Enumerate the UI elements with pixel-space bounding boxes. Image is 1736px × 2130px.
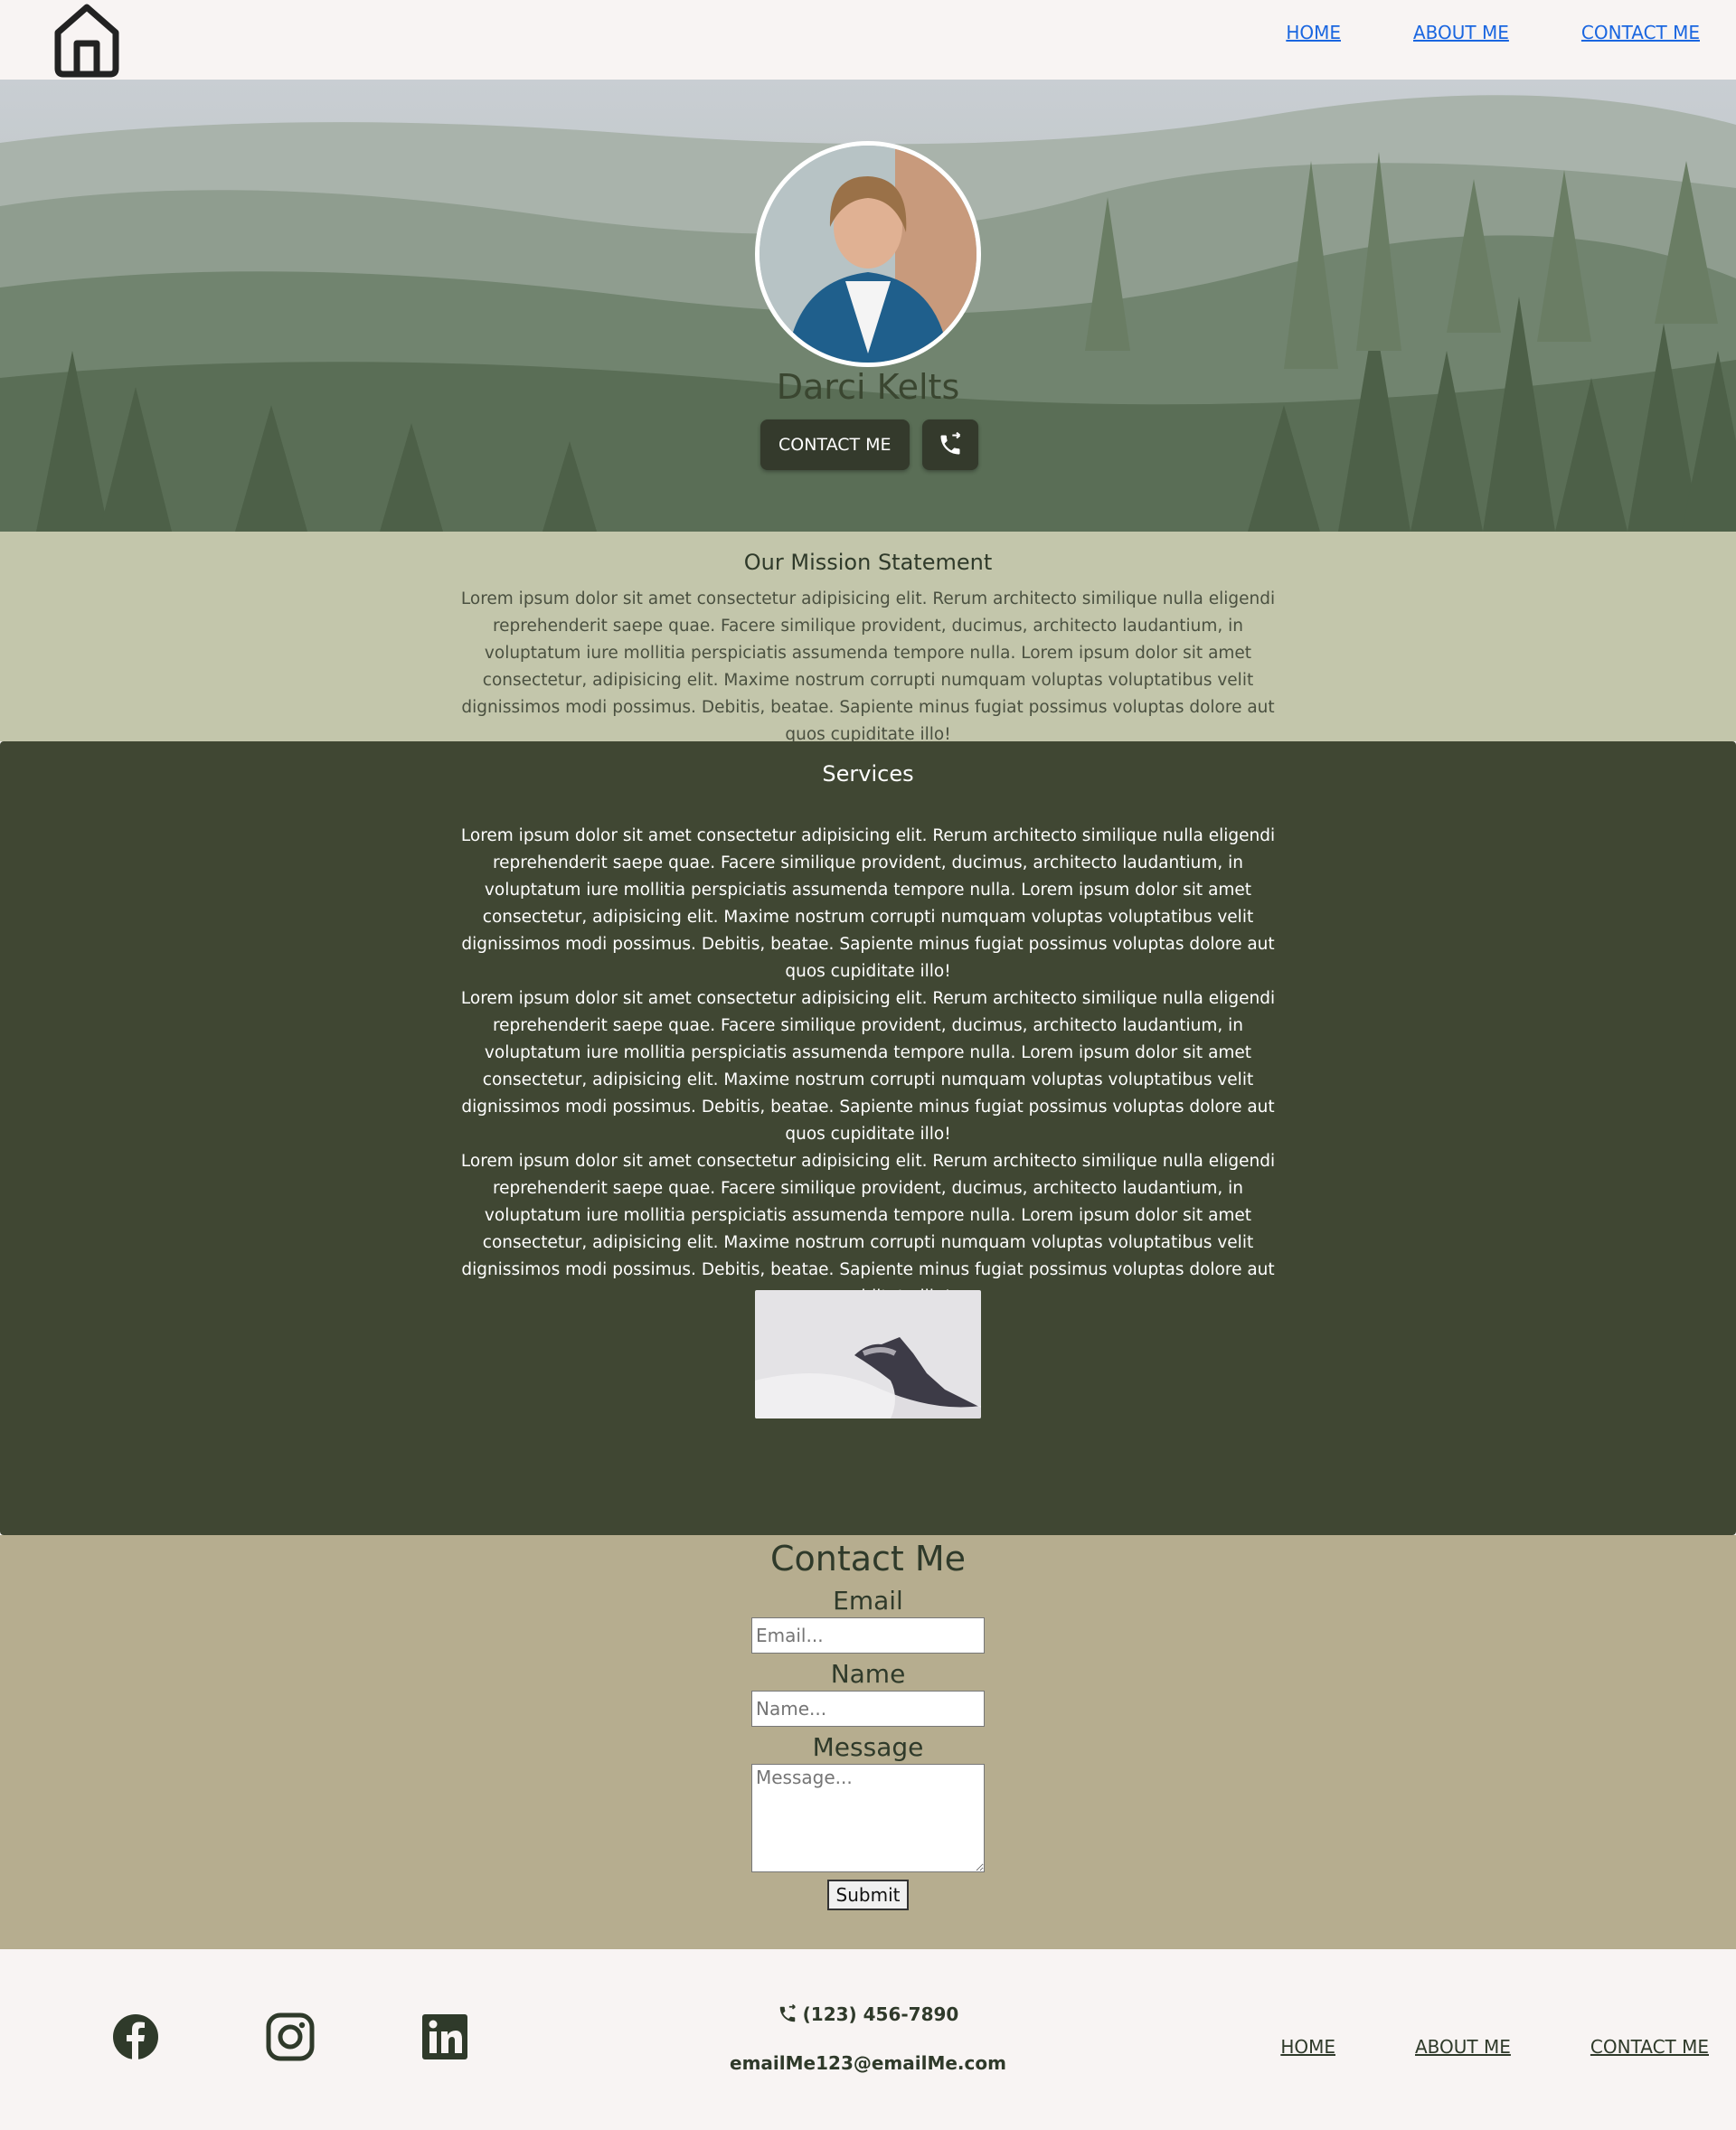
contact-me-button[interactable]: CONTACT ME	[760, 419, 910, 470]
phone-icon	[779, 2004, 796, 2022]
mission-text: Lorem ipsum dolor sit amet consectetur a…	[460, 589, 1276, 744]
footer-phone: (123) 456-7890	[802, 2003, 959, 2025]
mission-section: Our Mission Statement Lorem ipsum dolor …	[0, 532, 1736, 744]
submit-button[interactable]: Submit	[826, 1880, 910, 1910]
email-label: Email	[833, 1586, 903, 1616]
name-label: Name	[830, 1659, 906, 1689]
top-nav: HOME ABOUT ME CONTACT ME	[0, 0, 1736, 80]
profile-name: Darci Kelts	[776, 367, 960, 407]
services-section: Services Lorem ipsum dolor sit amet cons…	[0, 741, 1736, 1535]
contact-title: Contact Me	[769, 1539, 967, 1579]
contact-section: Contact Me Email Name Message Submit	[0, 1535, 1736, 1949]
footer-link-about-me[interactable]: ABOUT ME	[1415, 2036, 1511, 2058]
footer: (123) 456-7890 emailMe123@emailMe.com HO…	[0, 1949, 1736, 2130]
message-label: Message	[812, 1732, 924, 1762]
nav-link-contact-me[interactable]: CONTACT ME	[1581, 22, 1700, 43]
name-field[interactable]	[751, 1691, 985, 1727]
footer-link-contact-me[interactable]: CONTACT ME	[1590, 2036, 1709, 2058]
home-icon[interactable]	[51, 2, 123, 78]
hero-banner: Darci Kelts CONTACT ME	[0, 80, 1736, 532]
mountain-image	[755, 1290, 981, 1418]
phone-icon	[940, 432, 960, 455]
services-paragraph: Lorem ipsum dolor sit amet consectetur a…	[460, 1152, 1276, 1306]
services-paragraph: Lorem ipsum dolor sit amet consectetur a…	[460, 826, 1276, 981]
services-paragraph: Lorem ipsum dolor sit amet consectetur a…	[460, 989, 1276, 1144]
services-title: Services	[822, 761, 914, 787]
message-field[interactable]	[751, 1764, 985, 1872]
call-button[interactable]	[921, 419, 978, 470]
mission-title: Our Mission Statement	[743, 550, 993, 575]
profile-photo	[755, 141, 981, 367]
nav-link-about-me[interactable]: ABOUT ME	[1413, 22, 1509, 43]
email-field[interactable]	[751, 1617, 985, 1654]
nav-link-home[interactable]: HOME	[1286, 22, 1341, 43]
footer-link-home[interactable]: HOME	[1280, 2036, 1335, 2058]
